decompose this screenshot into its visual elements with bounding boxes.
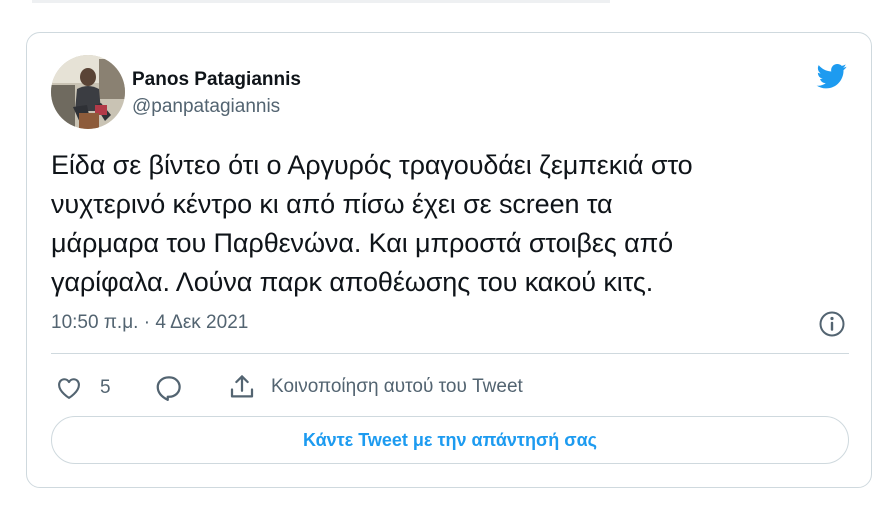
share-upload-icon [230, 375, 254, 398]
reply-bubble-icon [156, 376, 181, 401]
avatar[interactable] [51, 55, 125, 129]
author-handle[interactable]: @panpatagiannis [132, 96, 280, 118]
heart-icon [58, 378, 80, 399]
info-icon[interactable] [817, 309, 847, 339]
embedded-tweet-card[interactable]: Panos Patagiannis @panpatagiannis Είδα σ… [26, 32, 872, 488]
tweet-reply-button[interactable]: Κάντε Tweet με την απάντησή σας [51, 416, 849, 464]
author-name[interactable]: Panos Patagiannis [132, 69, 301, 91]
reply-button[interactable] [154, 373, 184, 403]
divider [51, 353, 849, 354]
share-label: Κοινοποίηση αυτού του Tweet [271, 376, 523, 397]
tweet-timestamp[interactable]: 10:50 π.μ. · 4 Δεκ 2021 [51, 312, 248, 334]
like-count: 5 [100, 377, 111, 398]
previous-content-edge [32, 0, 610, 3]
twitter-bird-icon[interactable] [814, 61, 850, 91]
share-button[interactable]: Κοινοποίηση αυτού του Tweet [227, 372, 523, 402]
like-button[interactable]: 5 [55, 373, 111, 403]
tweet-text: Είδα σε βίντεο ότι ο Αργυρός τραγουδάει … [51, 150, 693, 297]
